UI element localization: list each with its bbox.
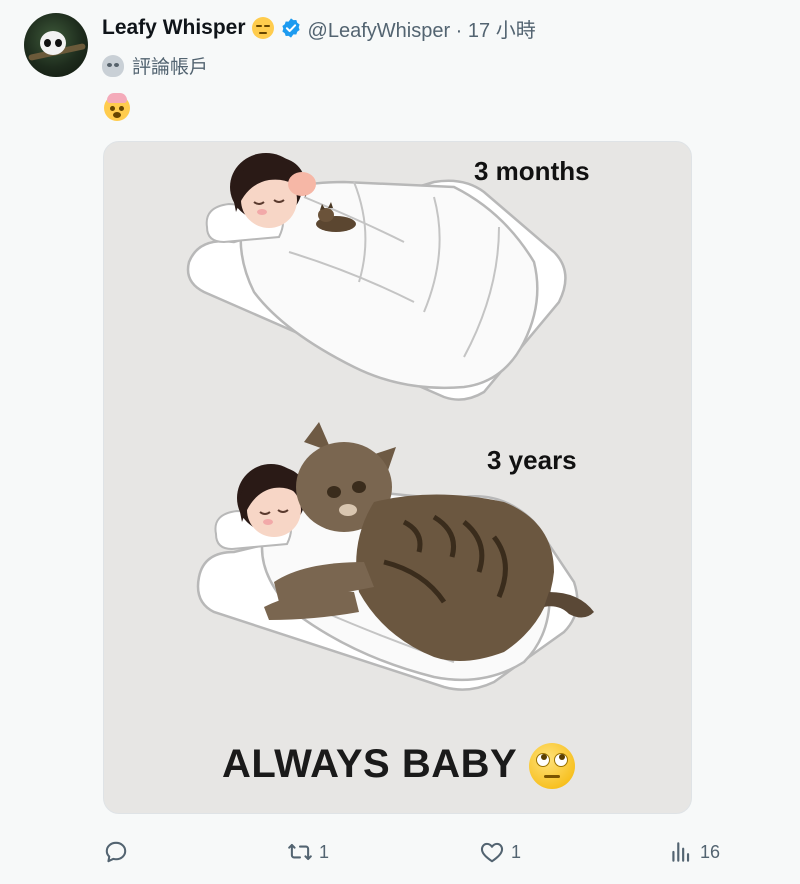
avatar-panda <box>40 31 66 55</box>
mask-icon <box>102 54 124 77</box>
action-bar: 1 1 16 <box>0 834 800 870</box>
author-handle-time[interactable]: @LeafyWhisper · 17 小時 <box>308 14 536 43</box>
account-label: 評論帳戶 <box>102 52 208 79</box>
post-header: Leafy Whisper @LeafyWhisper · 17 小時 <box>102 14 536 42</box>
like-count: 1 <box>511 841 522 862</box>
heart-icon <box>480 842 504 863</box>
label-three-years: 3 years <box>487 445 577 475</box>
exploding-head-icon <box>104 93 130 121</box>
reply-button[interactable] <box>103 834 135 870</box>
face-with-rolling-eyes-icon <box>529 743 575 789</box>
post-media-image[interactable]: 3 months 3 years ALWAYS BABY <box>103 141 692 814</box>
label-three-months: 3 months <box>474 156 590 186</box>
repost-count: 1 <box>319 841 330 862</box>
views-icon <box>672 842 690 862</box>
relieved-face-icon <box>251 17 274 39</box>
account-label-text: 評論帳戶 <box>132 57 209 78</box>
like-button[interactable]: 1 <box>479 834 521 870</box>
views-count: 16 <box>700 841 721 862</box>
author-name[interactable]: Leafy Whisper <box>102 16 246 40</box>
meme-illustration <box>186 153 594 691</box>
repost-icon <box>288 843 312 861</box>
reply-icon <box>105 841 127 863</box>
meme-caption: ALWAYS BABY <box>222 742 518 786</box>
views-button[interactable]: 16 <box>668 834 720 870</box>
repost-button[interactable]: 1 <box>287 834 329 870</box>
verified-badge-icon <box>281 18 300 38</box>
avatar[interactable] <box>24 13 88 77</box>
